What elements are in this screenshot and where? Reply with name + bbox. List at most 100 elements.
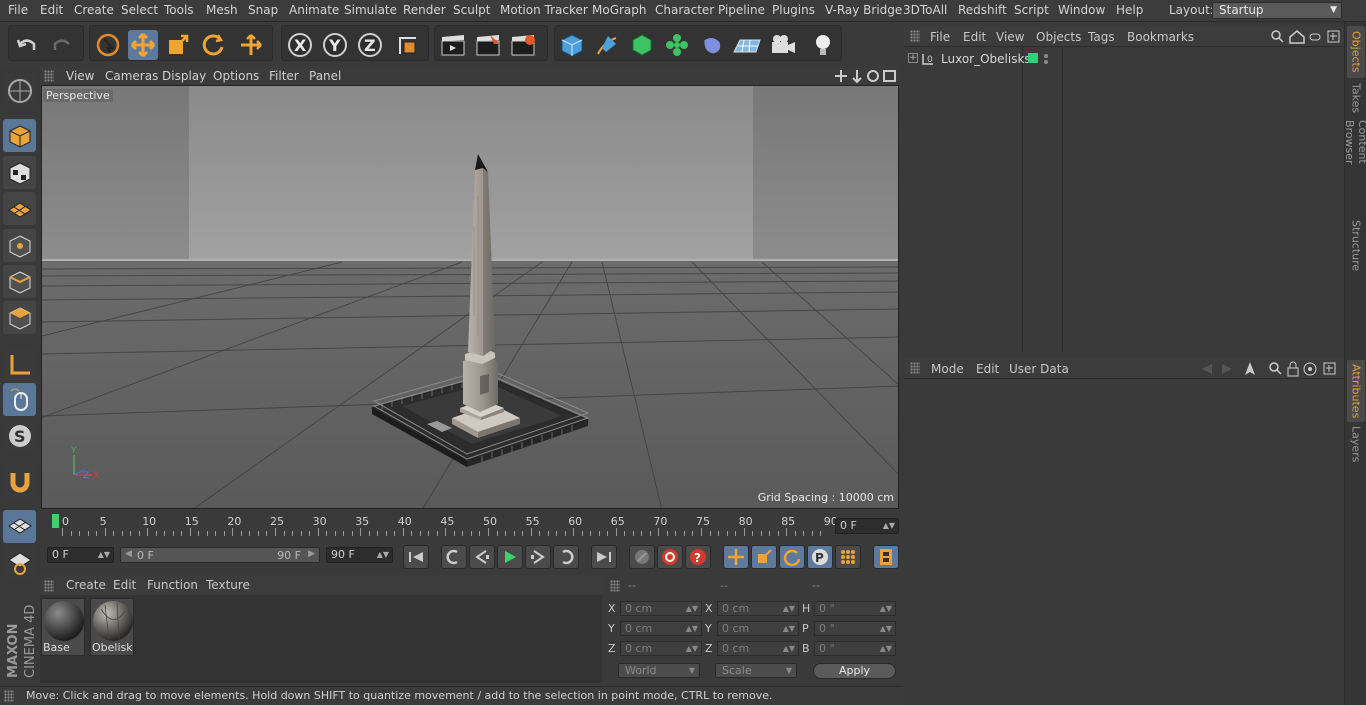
- new-window-icon[interactable]: [1323, 362, 1336, 375]
- rotation-b-field[interactable]: 0 ° ▲▼: [814, 641, 896, 656]
- edges-mode-button[interactable]: [3, 265, 36, 298]
- menu-animate[interactable]: Animate: [289, 3, 339, 17]
- go-to-end-button[interactable]: [591, 545, 617, 569]
- size-z-field[interactable]: 0 cm ▲▼: [717, 641, 799, 656]
- planar-workplane-button[interactable]: [3, 546, 36, 579]
- redo-button[interactable]: [47, 30, 77, 60]
- key-pla-button[interactable]: [835, 545, 861, 569]
- subdivision-button[interactable]: [627, 30, 657, 60]
- key-parameter-button[interactable]: P: [807, 545, 833, 569]
- perspective-viewport[interactable]: Perspective Y Z X Grid Spacing : 10000 c…: [41, 85, 899, 509]
- model-mode-button[interactable]: [3, 119, 36, 152]
- material-menu-edit[interactable]: Edit: [113, 578, 136, 592]
- undo-button[interactable]: [12, 30, 42, 60]
- tab-objects[interactable]: Objects: [1347, 26, 1365, 78]
- apply-button[interactable]: Apply: [813, 663, 896, 679]
- key-rotation-button[interactable]: [779, 545, 805, 569]
- arrow-left-icon[interactable]: [1202, 364, 1212, 374]
- timeline-ruler[interactable]: 0 5 10 15 20 25 30 35 40 45 50 55 60 65 70 75 80 85 90 0 F…: [40, 511, 902, 541]
- make-editable-button[interactable]: [3, 74, 36, 107]
- coordinate-system-button[interactable]: [392, 30, 422, 60]
- tab-content-browser[interactable]: Content Browser: [1343, 120, 1366, 210]
- link-icon[interactable]: [1309, 33, 1321, 41]
- viewport-menu-cameras[interactable]: Cameras: [105, 69, 158, 83]
- key-scale-button[interactable]: [751, 545, 777, 569]
- floor-button[interactable]: [732, 30, 762, 60]
- search-icon[interactable]: [1271, 30, 1284, 43]
- next-keyframe-button[interactable]: [553, 545, 579, 569]
- scale-tool-button[interactable]: [163, 30, 193, 60]
- cloner-button[interactable]: [662, 30, 692, 60]
- tab-takes[interactable]: Takes: [1347, 80, 1365, 116]
- menu-edit[interactable]: Edit: [40, 3, 63, 17]
- position-z-field[interactable]: 0 cm ▲▼: [620, 641, 702, 656]
- z-axis-lock-button[interactable]: Z: [355, 30, 385, 60]
- objects-menu-objects[interactable]: Objects: [1036, 30, 1081, 44]
- lock-icon[interactable]: [1287, 361, 1299, 377]
- objects-menu-bookmarks[interactable]: Bookmarks: [1127, 30, 1194, 44]
- object-row[interactable]: + 0 Luxor_Obelisks: [907, 51, 1337, 69]
- position-x-field[interactable]: 0 cm ▲▼: [620, 601, 702, 616]
- material-menu-function[interactable]: Function: [147, 578, 198, 592]
- menu-window[interactable]: Window: [1058, 3, 1105, 17]
- viewport-menu-display[interactable]: Display: [162, 69, 206, 83]
- material-swatch[interactable]: Obelisk: [90, 598, 134, 656]
- menu-character[interactable]: Character: [655, 3, 714, 17]
- tab-layers[interactable]: Layers: [1347, 424, 1365, 464]
- viewport-menu-panel[interactable]: Panel: [309, 69, 341, 83]
- layout-select[interactable]: Startup ▼: [1212, 2, 1342, 19]
- key-position-button[interactable]: [723, 545, 749, 569]
- object-name[interactable]: Luxor_Obelisks: [941, 52, 1031, 66]
- viewport-navigation-icons[interactable]: [835, 68, 899, 84]
- move-tool-button[interactable]: [128, 30, 158, 60]
- rotate-tool-button[interactable]: [198, 30, 228, 60]
- autokeying-button[interactable]: [657, 545, 683, 569]
- viewport-menu-filter[interactable]: Filter: [269, 69, 299, 83]
- material-menu-create[interactable]: Create: [66, 578, 106, 592]
- home-icon[interactable]: [1289, 30, 1305, 44]
- play-button[interactable]: [497, 545, 523, 569]
- menu-plugins[interactable]: Plugins: [772, 3, 815, 17]
- arrow-right-icon[interactable]: [1222, 364, 1232, 374]
- tweak-mode-button[interactable]: [3, 383, 36, 416]
- objects-menu-edit[interactable]: Edit: [963, 30, 986, 44]
- viewport-menu-options[interactable]: Options: [213, 69, 259, 83]
- playhead-marker[interactable]: [52, 514, 59, 528]
- material-swatch[interactable]: Base: [41, 598, 85, 656]
- objects-menu-file[interactable]: File: [930, 30, 950, 44]
- transform-tool-button[interactable]: [236, 30, 266, 60]
- keyframe-selection-button[interactable]: ?: [685, 545, 711, 569]
- menu-snap[interactable]: Snap: [248, 3, 278, 17]
- render-view-button[interactable]: [438, 30, 468, 60]
- preview-range-slider[interactable]: ◀ 0 F 90 F ▶: [120, 547, 320, 563]
- live-selection-button[interactable]: [93, 30, 123, 60]
- timeline-window-button[interactable]: [873, 545, 899, 569]
- menu-select[interactable]: Select: [121, 3, 158, 17]
- size-y-field[interactable]: 0 cm ▲▼: [717, 621, 799, 636]
- menu-vray-bridge[interactable]: V-Ray Bridge: [825, 3, 902, 17]
- next-frame-button[interactable]: [525, 545, 551, 569]
- snap-button[interactable]: [3, 465, 36, 498]
- size-mode-select[interactable]: Scale ▼: [715, 663, 797, 678]
- menu-pipeline[interactable]: Pipeline: [718, 3, 765, 17]
- menu-script[interactable]: Script: [1014, 3, 1049, 17]
- x-axis-lock-button[interactable]: X: [285, 30, 315, 60]
- cube-button[interactable]: [557, 30, 587, 60]
- menu-tools[interactable]: Tools: [164, 3, 194, 17]
- go-to-start-button[interactable]: [403, 545, 429, 569]
- deformer-button[interactable]: [697, 30, 727, 60]
- visibility-dots-icon[interactable]: [1043, 53, 1049, 65]
- target-icon[interactable]: [1303, 362, 1317, 376]
- material-menu-texture[interactable]: Texture: [206, 578, 250, 592]
- menu-redshift[interactable]: Redshift: [958, 3, 1007, 17]
- menu-file[interactable]: File: [8, 3, 28, 17]
- menu-3dtoall[interactable]: 3DToAll: [903, 3, 947, 17]
- menu-motion-tracker[interactable]: Motion Tracker: [500, 3, 588, 17]
- rotation-h-field[interactable]: 0 ° ▲▼: [814, 601, 896, 616]
- search-icon[interactable]: [1269, 362, 1282, 375]
- objects-menu-view[interactable]: View: [996, 30, 1024, 44]
- expand-icon[interactable]: +: [908, 53, 918, 63]
- points-mode-button[interactable]: [3, 229, 36, 262]
- end-frame-field[interactable]: 90 F ▲▼: [326, 547, 393, 563]
- start-frame-field[interactable]: 0 F ▲▼: [47, 547, 114, 563]
